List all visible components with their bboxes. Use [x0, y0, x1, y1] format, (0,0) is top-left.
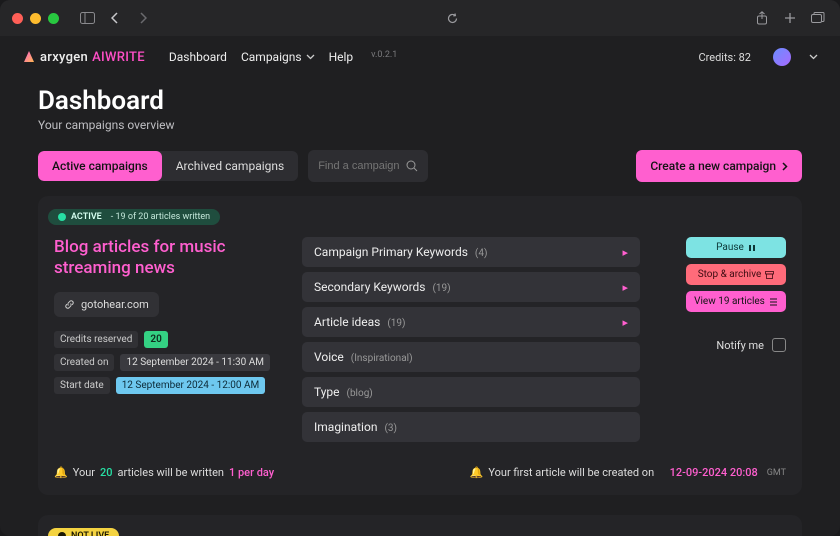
- page-header: Dashboard Your campaigns overview: [16, 76, 824, 140]
- campaign-filter-segment: Active campaigns Archived campaigns: [38, 151, 298, 181]
- chevron-right-icon: ▸: [622, 281, 628, 294]
- pause-icon: [748, 244, 756, 252]
- toolbar: Active campaigns Archived campaigns Crea…: [16, 140, 824, 196]
- bell-icon: 🔔: [54, 466, 68, 479]
- meta-value: 20: [144, 331, 167, 348]
- nav-campaigns[interactable]: Campaigns: [241, 50, 315, 64]
- close-window-button[interactable]: [12, 13, 23, 24]
- search-input[interactable]: [318, 160, 406, 172]
- status-badge-active: ACTIVE - 19 of 20 articles written: [48, 209, 220, 225]
- back-button[interactable]: [105, 8, 125, 28]
- status-dot-icon: [58, 213, 66, 221]
- top-nav: arxygen AIWRITE Dashboard Campaigns Help …: [0, 36, 840, 76]
- titlebar: [0, 0, 840, 36]
- count-text: (4): [475, 248, 488, 259]
- nav-campaigns-label: Campaigns: [241, 50, 302, 64]
- meta-label: Start date: [54, 377, 110, 394]
- logo-icon: [22, 50, 36, 64]
- page-content: Dashboard Your campaigns overview Active…: [0, 76, 840, 536]
- link-icon: [64, 299, 75, 310]
- count-text: (19): [432, 283, 450, 294]
- campaign-card: ACTIVE - 19 of 20 articles written Blog …: [38, 196, 802, 495]
- meta-value: 12 September 2024 - 11:30 AM: [120, 354, 270, 371]
- archive-icon: [765, 271, 774, 279]
- brand-name-2: AIWRITE: [92, 50, 145, 65]
- chevron-right-icon: ▸: [622, 246, 628, 259]
- accordion-imagination[interactable]: Imagination (3): [302, 412, 640, 442]
- bell-icon: 🔔: [470, 466, 484, 479]
- notify-toggle[interactable]: Notify me: [716, 338, 786, 352]
- accordion-voice[interactable]: Voice (Inspirational): [302, 342, 640, 372]
- tab-archived-campaigns[interactable]: Archived campaigns: [162, 151, 299, 181]
- chevron-right-icon: [782, 162, 788, 171]
- refresh-icon[interactable]: [443, 8, 463, 28]
- search-icon: [406, 160, 418, 172]
- maximize-window-button[interactable]: [48, 13, 59, 24]
- tabs-overview-icon[interactable]: [808, 8, 828, 28]
- count-text: (Inspirational): [351, 353, 413, 364]
- pause-button[interactable]: Pause: [686, 237, 786, 258]
- status-badge-not-live: NOT LIVE: [48, 528, 119, 536]
- tab-active-campaigns[interactable]: Active campaigns: [38, 151, 162, 181]
- nav-dashboard[interactable]: Dashboard: [169, 50, 227, 64]
- avatar[interactable]: [773, 48, 791, 66]
- campaign-title: Blog articles for music streaming news: [54, 237, 284, 280]
- campaign-domain-link[interactable]: gotohear.com: [54, 292, 159, 317]
- accordion-primary-keywords[interactable]: Campaign Primary Keywords (4)▸: [302, 237, 640, 267]
- count-text: (3): [384, 423, 397, 434]
- checkbox-icon[interactable]: [772, 338, 786, 352]
- status-text: NOT LIVE: [71, 531, 109, 536]
- minimize-window-button[interactable]: [30, 13, 41, 24]
- accordion-secondary-keywords[interactable]: Secondary Keywords (19)▸: [302, 272, 640, 302]
- forward-button[interactable]: [133, 8, 153, 28]
- brand-name-1: arxygen: [40, 50, 88, 65]
- list-icon: [769, 298, 778, 306]
- share-icon[interactable]: [752, 8, 772, 28]
- nav-help[interactable]: Help: [329, 50, 354, 64]
- status-text: ACTIVE: [71, 212, 102, 222]
- chevron-right-icon: ▸: [622, 316, 628, 329]
- chevron-down-icon: [306, 54, 315, 60]
- chevron-down-icon[interactable]: [809, 54, 818, 60]
- sidebar-toggle-icon[interactable]: [77, 8, 97, 28]
- create-campaign-button[interactable]: Create a new campaign: [636, 150, 802, 182]
- page-subtitle: Your campaigns overview: [38, 118, 802, 132]
- accordion-article-ideas[interactable]: Article ideas (19)▸: [302, 307, 640, 337]
- meta-label: Credits reserved: [54, 331, 138, 348]
- credits-display: Credits: 82: [698, 51, 751, 64]
- campaign-card: NOT LIVE Latest news on gear articles go…: [38, 515, 802, 536]
- view-articles-button[interactable]: View 19 articles: [686, 291, 786, 312]
- app-window: arxygen AIWRITE Dashboard Campaigns Help …: [0, 0, 840, 536]
- status-summary: - 19 of 20 articles written: [111, 212, 210, 222]
- footer-schedule-info: 🔔 Your 20 articles will be written 1 per…: [54, 466, 274, 479]
- search-box[interactable]: [308, 150, 428, 182]
- logo[interactable]: arxygen AIWRITE: [22, 50, 145, 65]
- count-text: (19): [387, 318, 405, 329]
- meta-value: 12 September 2024 - 12:00 AM: [116, 377, 266, 394]
- create-campaign-label: Create a new campaign: [650, 159, 776, 173]
- count-text: (blog): [347, 388, 373, 399]
- nav-links: Dashboard Campaigns Help v.0.2.1: [169, 50, 397, 64]
- version-badge: v.0.2.1: [371, 50, 397, 64]
- stop-archive-button[interactable]: Stop & archive: [686, 264, 786, 285]
- new-tab-icon[interactable]: [780, 8, 800, 28]
- campaign-domain-text: gotohear.com: [81, 298, 149, 311]
- status-dot-icon: [58, 532, 66, 536]
- footer-first-article-info: 🔔 Your first article will be created on …: [470, 466, 786, 479]
- page-title: Dashboard: [38, 86, 802, 116]
- meta-label: Created on: [54, 354, 114, 371]
- notify-label: Notify me: [716, 339, 764, 352]
- accordion-type[interactable]: Type (blog): [302, 377, 640, 407]
- window-controls: [12, 13, 59, 24]
